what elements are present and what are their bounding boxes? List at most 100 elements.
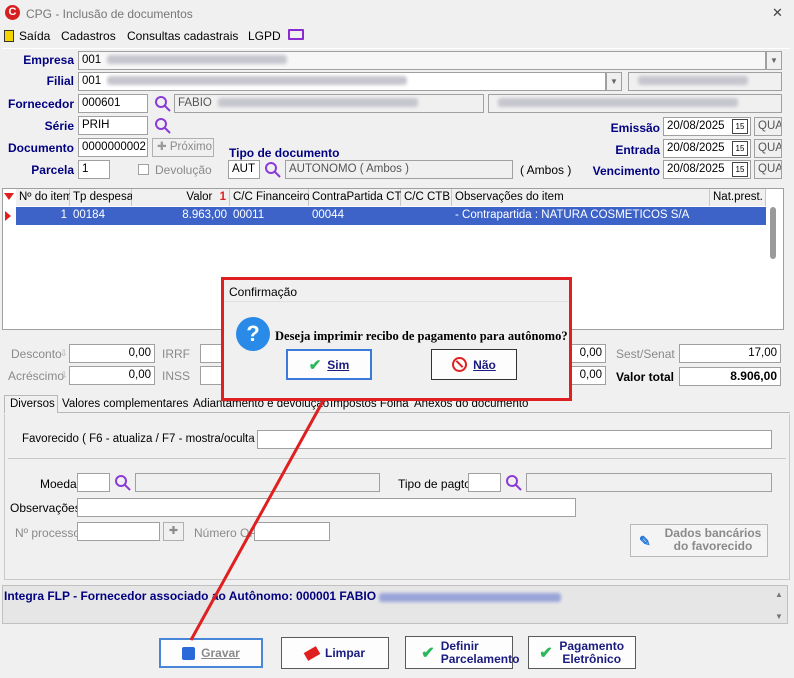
entrada-day: QUA xyxy=(754,139,782,158)
emissao-day: QUA xyxy=(754,117,782,136)
empresa-label: Empresa xyxy=(23,53,74,67)
vencimento-day: QUA xyxy=(754,160,782,179)
tipo-doc-name-field: AUTONOMO ( Ambos ) xyxy=(285,160,513,179)
col-header-cc-ctb[interactable]: C/C CTB xyxy=(401,189,452,206)
tipo-pagto-field[interactable] xyxy=(468,473,501,492)
serie-field[interactable]: PRIH xyxy=(78,116,148,135)
check-icon: ✔ xyxy=(539,644,553,662)
dialog-title: Confirmação xyxy=(229,285,298,299)
dados-bancarios-button[interactable]: ✎ Dados bancários do favorecido xyxy=(630,524,768,557)
numero-op-field[interactable] xyxy=(254,522,330,541)
fornecedor-label: Fornecedor xyxy=(7,97,74,111)
filial-extra-field xyxy=(628,72,782,91)
cell-item: 1 xyxy=(60,209,67,221)
tab-diversos-label[interactable]: Diversos xyxy=(10,398,55,410)
tipo-doc-search-icon[interactable] xyxy=(263,160,283,179)
observacoes-field[interactable] xyxy=(77,498,576,517)
acrescimo-field[interactable]: 0,00 xyxy=(69,366,155,385)
desconto-field[interactable]: 0,00 xyxy=(69,344,155,363)
menu-saida[interactable]: Saída xyxy=(19,29,50,43)
question-icon: ? xyxy=(236,317,270,351)
menu-consultas[interactable]: Consultas cadastrais xyxy=(127,29,238,43)
total-label: Valor total xyxy=(616,370,675,384)
sest-field[interactable]: 17,00 xyxy=(679,344,781,363)
entrada-calendar-icon[interactable]: 15 xyxy=(732,141,748,156)
gravar-button[interactable]: Gravar xyxy=(159,638,263,668)
proximo-button[interactable]: ✚ Próximo xyxy=(152,138,214,157)
serie-search-icon[interactable] xyxy=(153,116,173,135)
col-header-tp-despesa[interactable]: Tp despesa xyxy=(70,189,133,206)
app-logo-icon: C xyxy=(5,5,20,20)
menu-cadastros[interactable]: Cadastros xyxy=(61,29,116,43)
status-bar: Integra FLP - Fornecedor associado ao Au… xyxy=(2,585,788,624)
confirm-dialog: Confirmação ? Deseja imprimir recibo de … xyxy=(221,277,572,401)
tipo-pagto-search-icon[interactable] xyxy=(504,473,524,492)
tab-valores-label[interactable]: Valores complementares xyxy=(62,398,188,410)
fornecedor-search-icon[interactable] xyxy=(153,94,173,113)
col-header-valor[interactable]: Valor 1 xyxy=(132,189,230,206)
limpar-button[interactable]: Limpar xyxy=(281,637,389,669)
close-icon[interactable]: ✕ xyxy=(772,5,783,21)
tipo-pagto-name-field xyxy=(526,473,772,492)
cell-cc-ctb xyxy=(401,207,452,225)
moeda-name-field xyxy=(135,473,380,492)
processo-label: Nº processo xyxy=(15,526,81,540)
moeda-search-icon[interactable] xyxy=(113,473,133,492)
total-field: 8.906,00 xyxy=(679,367,781,386)
filial-field[interactable]: 001 xyxy=(78,72,606,91)
col-header-cc-financeiro[interactable]: C/C Financeiro xyxy=(230,189,310,206)
yes-button[interactable]: ✔ Sim xyxy=(286,349,372,380)
col-header-nat-prest[interactable]: Nat.prest. xyxy=(710,189,766,206)
status-blurred-name xyxy=(379,593,561,602)
vencimento-calendar-icon[interactable]: 15 xyxy=(732,162,748,177)
empresa-dropdown-icon[interactable]: ▼ xyxy=(766,51,782,70)
col-header-observacoes[interactable]: Observações do item xyxy=(452,189,710,206)
status-scroll-up-icon[interactable]: ▲ xyxy=(775,590,783,599)
numero-op-label: Número OP xyxy=(194,526,258,540)
cell-observacoes: - Contrapartida : NATURA COSMETICOS S/A xyxy=(455,209,690,221)
exit-door-icon xyxy=(4,30,14,42)
cell-tp-despesa: 00184 xyxy=(73,209,105,221)
mid1-field[interactable]: 0,00 xyxy=(566,344,606,363)
save-icon xyxy=(182,646,196,660)
grid-scrollbar[interactable] xyxy=(770,207,776,259)
fornecedor-name-field: FABIO xyxy=(174,94,484,113)
acrescimo-label: Acréscimo xyxy=(8,369,65,383)
col-header-item[interactable]: Nº do item xyxy=(16,189,72,206)
title-bar: C CPG - Inclusão de documentos ✕ xyxy=(0,0,794,27)
no-entry-icon xyxy=(452,357,468,372)
desconto-lock-icon: ⇩ xyxy=(60,348,68,358)
moeda-field[interactable] xyxy=(77,473,110,492)
parcela-field[interactable]: 1 xyxy=(78,160,110,179)
menu-bar: Saída Cadastros Consultas cadastrais LGP… xyxy=(0,27,794,46)
empresa-field[interactable]: 001 xyxy=(78,51,766,70)
serie-label: Série xyxy=(44,119,74,133)
mid2-field[interactable]: 0,00 xyxy=(566,366,606,385)
emissao-calendar-icon[interactable]: 15 xyxy=(732,119,748,134)
observacoes-label: Observações xyxy=(10,501,81,515)
devolucao-checkbox[interactable] xyxy=(138,164,149,175)
favorecido-field[interactable] xyxy=(257,430,772,449)
fornecedor-code-field[interactable]: 000601 xyxy=(78,94,148,113)
fornecedor-extra-field xyxy=(488,94,782,113)
documento-field[interactable]: 0000000002 xyxy=(78,138,148,157)
acrescimo-lock-icon: ⇩ xyxy=(60,370,68,380)
eraser-icon xyxy=(303,645,321,661)
tipo-doc-code-field[interactable]: AUT xyxy=(228,160,260,179)
status-scroll-down-icon[interactable]: ▼ xyxy=(775,612,783,621)
parcela-label: Parcela xyxy=(31,163,74,177)
documento-label: Documento xyxy=(8,141,74,155)
definir-parcelamento-button[interactable]: ✔ Definir Parcelamento xyxy=(405,636,519,669)
monitor-icon[interactable] xyxy=(288,29,304,40)
no-button[interactable]: Não xyxy=(431,349,517,380)
menu-lgpd[interactable]: LGPD xyxy=(248,29,281,43)
col-header-contrapartida[interactable]: ContraPartida CTB xyxy=(309,189,409,206)
filial-dropdown-icon[interactable]: ▼ xyxy=(606,72,622,91)
cell-contrapartida: 00044 xyxy=(312,209,344,221)
pagamento-eletronico-button[interactable]: ✔ Pagamento Eletrônico xyxy=(528,636,636,669)
favorecido-lock-icon: ⇩ xyxy=(247,434,255,444)
status-text: Integra FLP - Fornecedor associado ao Au… xyxy=(4,589,377,603)
processo-field[interactable] xyxy=(77,522,160,541)
processo-add-button[interactable]: ✚ xyxy=(163,522,184,541)
emissao-label: Emissão xyxy=(610,121,660,135)
